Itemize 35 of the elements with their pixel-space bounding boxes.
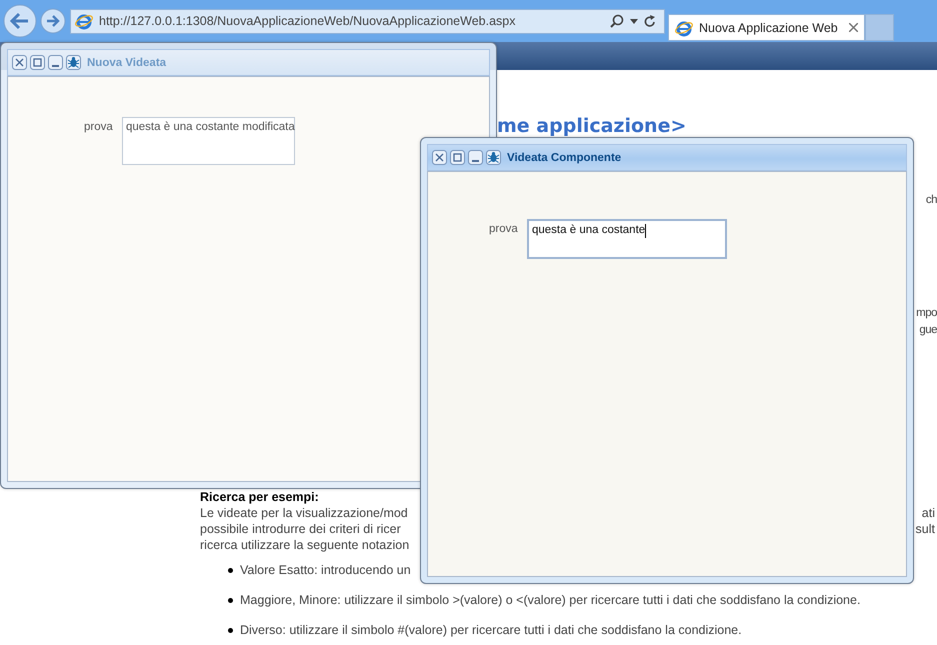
text-cursor: [645, 224, 646, 238]
bullet-icon: [228, 598, 233, 602]
close-icon[interactable]: [849, 23, 858, 32]
bug-icon: [66, 55, 81, 70]
dialog-title: Videata Componente: [507, 152, 622, 164]
bug-icon: [486, 150, 501, 165]
paragraph-text: ati: [922, 505, 935, 521]
list-item-text: Maggiore, Minore: utilizzare il simbolo >(valore) o <(valore) per ricercare tutti i dati che soddisfano la condizione.: [240, 593, 860, 607]
section-title: Ricerca per esempi:: [200, 490, 320, 505]
browser-logo-icon: [675, 18, 693, 36]
text-fragment: mpo: [915, 306, 937, 321]
field-label: prova: [489, 223, 518, 235]
paragraph-text: Le videate per la visualizzazione/mod: [200, 505, 408, 521]
list-item-text: Valore Esatto: introducendo un: [240, 563, 411, 577]
paragraph-text: ricerca utilizzare la seguente notazion: [200, 537, 410, 553]
search-icon[interactable]: [610, 14, 624, 28]
caret-icon[interactable]: [630, 18, 638, 24]
browser-tab[interactable]: Nuova Applicazione Web: [668, 14, 865, 41]
minimize-icon[interactable]: [468, 150, 483, 165]
field-label: prova: [84, 121, 113, 133]
address-field[interactable]: http://127.0.0.1:1308/NuovaApplicazioneWeb/NuovaApplicazioneWeb.aspx: [70, 8, 665, 34]
dialog-title: Nuova Videata: [87, 56, 166, 68]
text-fragment: gue: [918, 323, 937, 338]
text-field[interactable]: questa è una costante: [527, 219, 727, 259]
refresh-icon[interactable]: [644, 14, 656, 28]
paragraph-text: possibile introdurre dei criteri di ricer: [200, 521, 401, 537]
list-item-text: Diverso: utilizzare il simbolo #(valore) per ricercare tutti i dati che soddisfano la condizione.: [240, 623, 742, 637]
text-fragment: ch: [924, 193, 937, 208]
maximize-icon[interactable]: [450, 150, 465, 165]
bullet-icon: [228, 628, 233, 632]
close-icon[interactable]: [432, 150, 447, 165]
paragraph-text: sult: [916, 521, 935, 537]
bullet-icon: [228, 568, 233, 572]
page-heading: me applicazione>: [497, 116, 688, 137]
browser-logo-icon: [75, 12, 93, 30]
